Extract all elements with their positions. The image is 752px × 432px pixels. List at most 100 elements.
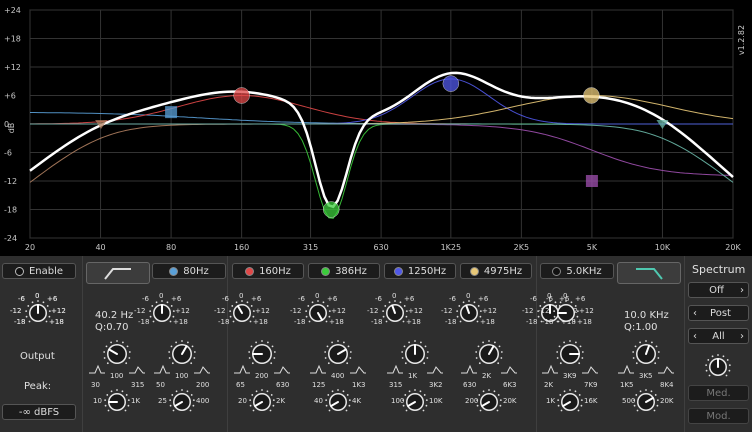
band-freq-knob[interactable] bbox=[324, 388, 352, 416]
freq-scale-label: 4K bbox=[352, 397, 362, 405]
chevron-right-icon: › bbox=[739, 284, 744, 296]
band-label: 1250Hz bbox=[407, 265, 447, 277]
spectrum-position-select[interactable]: ‹ Post bbox=[688, 305, 749, 321]
freq-scale-label: 400 bbox=[196, 397, 210, 405]
freq-scale-label: 10K bbox=[429, 397, 443, 405]
gain-scale-label: 0 bbox=[35, 292, 40, 300]
gain-scale-label: +12 bbox=[482, 307, 497, 315]
spectrum-channel-select[interactable]: ‹ All › bbox=[688, 328, 749, 344]
band-label: 160Hz bbox=[259, 265, 291, 277]
control-panel: Enable Output Peak: -∞ dBFS Spectrum Off… bbox=[0, 256, 752, 432]
band-freq-knob[interactable] bbox=[632, 388, 660, 416]
band-freq-knob[interactable] bbox=[248, 388, 276, 416]
band-label: 80Hz bbox=[183, 265, 209, 277]
output-label: Output bbox=[20, 351, 55, 362]
db-unit-label: dB bbox=[7, 123, 16, 134]
freq-scale-label: 20K bbox=[503, 397, 517, 405]
gain-scale-label: -12 bbox=[441, 307, 453, 315]
y-tick-label: -24 bbox=[4, 234, 17, 243]
eq-graph-canvas[interactable]: +24+18+12+60-6-12-18-2420 40 80 160 315 630 1K… bbox=[0, 0, 752, 256]
spectrum-mode-select[interactable]: Off › bbox=[688, 282, 749, 298]
divider bbox=[82, 256, 83, 432]
x-tick-label: 1K25 bbox=[441, 243, 462, 252]
freq-scale-label: 200 bbox=[255, 372, 269, 380]
y-tick-label: +12 bbox=[4, 63, 21, 72]
band-led bbox=[393, 266, 403, 276]
peak-meter-display[interactable]: -∞ dBFS bbox=[2, 404, 76, 420]
gain-scale-label: -12 bbox=[367, 307, 379, 315]
x-tick-label: 5K bbox=[587, 243, 598, 252]
gain-scale-label: +12 bbox=[255, 307, 270, 315]
peak-value: -∞ dBFS bbox=[18, 406, 60, 418]
lowpass-type-button[interactable] bbox=[617, 262, 681, 284]
freq-scale-label: 1K bbox=[131, 397, 141, 405]
spectrum-mode-value: Off bbox=[709, 284, 724, 296]
band-led bbox=[245, 266, 255, 276]
spectrum-mod-button[interactable]: Mod. bbox=[688, 408, 749, 424]
freq-scale-label: 100 bbox=[175, 372, 189, 380]
freq-scale-label: 315 bbox=[131, 381, 145, 389]
band-led bbox=[469, 266, 479, 276]
band-freq-knob[interactable] bbox=[168, 388, 196, 416]
band-freq-knob[interactable] bbox=[401, 388, 429, 416]
freq-scale-label: 2K bbox=[482, 372, 492, 380]
freq-scale-label: 200 bbox=[196, 381, 210, 389]
gain-scale-label: -12 bbox=[538, 307, 550, 315]
x-tick-label: 2K5 bbox=[514, 243, 529, 252]
gain-scale-label: -18 bbox=[14, 318, 26, 326]
band-gain-knob[interactable] bbox=[228, 299, 256, 327]
band-b4-enable-button[interactable]: 1250Hz bbox=[384, 263, 456, 279]
x-tick-label: 80 bbox=[166, 243, 176, 252]
highpass-type-button[interactable] bbox=[86, 262, 150, 284]
chevron-left-icon: ‹ bbox=[693, 307, 697, 319]
freq-scale-label: 3K2 bbox=[429, 381, 443, 389]
med-label: Med. bbox=[706, 387, 731, 399]
filter-freq-readout: 10.0 KHz bbox=[624, 310, 669, 321]
spectrum-title: Spectrum bbox=[692, 263, 746, 276]
band-b3-enable-button[interactable]: 386Hz bbox=[308, 263, 380, 279]
band-b6-enable-button[interactable]: 5.0KHz bbox=[540, 263, 614, 279]
x-tick-label: 315 bbox=[303, 243, 318, 252]
freq-scale-label: 10 bbox=[93, 397, 102, 405]
gain-scale-label: +12 bbox=[408, 307, 423, 315]
eq-graph[interactable]: +24 +18 +12 +6 0 -6 -12 -18 -24 20 40 80 160 315 630 1K… bbox=[0, 0, 752, 256]
divider bbox=[227, 256, 228, 432]
band-b1-enable-button[interactable]: 80Hz bbox=[152, 263, 226, 279]
band-b2-enable-button[interactable]: 160Hz bbox=[232, 263, 304, 279]
band-gain-knob[interactable] bbox=[552, 299, 580, 327]
band-gain-knob[interactable] bbox=[148, 299, 176, 327]
band-b5-enable-button[interactable]: 4975Hz bbox=[460, 263, 532, 279]
freq-scale-label: 3K5 bbox=[639, 372, 653, 380]
band-freq-knob[interactable] bbox=[556, 388, 584, 416]
enable-button[interactable]: Enable bbox=[2, 263, 76, 279]
hp-gain-knob[interactable] bbox=[24, 299, 52, 327]
gain-scale-label: +18 bbox=[49, 318, 64, 326]
x-tick-label: 160 bbox=[234, 243, 249, 252]
band-gain-knob[interactable] bbox=[455, 299, 483, 327]
band-gain-knob[interactable] bbox=[381, 299, 409, 327]
gain-scale-label: -12 bbox=[290, 307, 302, 315]
band-2-handle bbox=[233, 87, 250, 104]
freq-scale-label: 400 bbox=[331, 372, 345, 380]
filter-q-readout: Q:1.00 bbox=[624, 322, 658, 333]
band-gain-knob[interactable] bbox=[304, 299, 332, 327]
freq-scale-label: 3K9 bbox=[563, 372, 577, 380]
gain-scale-label: +12 bbox=[51, 307, 66, 315]
spectrum-gain-knob[interactable] bbox=[704, 353, 732, 381]
gain-scale-label: +6 bbox=[47, 295, 58, 303]
freq-scale-label: 1K3 bbox=[352, 381, 366, 389]
band-freq-knob[interactable] bbox=[103, 388, 131, 416]
freq-scale-label: 2K bbox=[276, 397, 286, 405]
spectrum-position-value: Post bbox=[710, 307, 731, 319]
x-tick-label: 20 bbox=[25, 243, 35, 252]
spectrum-med-button[interactable]: Med. bbox=[688, 385, 749, 401]
y-tick-label: +18 bbox=[4, 35, 21, 44]
freq-scale-label: 25 bbox=[158, 397, 167, 405]
band-freq-knob[interactable] bbox=[475, 388, 503, 416]
y-tick-label: -18 bbox=[4, 206, 17, 215]
enable-label: Enable bbox=[28, 265, 64, 277]
x-tick-label: 630 bbox=[373, 243, 388, 252]
filter-freq-readout: 40.2 Hz bbox=[95, 310, 134, 321]
band-led bbox=[552, 266, 562, 276]
peak-label: Peak: bbox=[24, 381, 52, 392]
